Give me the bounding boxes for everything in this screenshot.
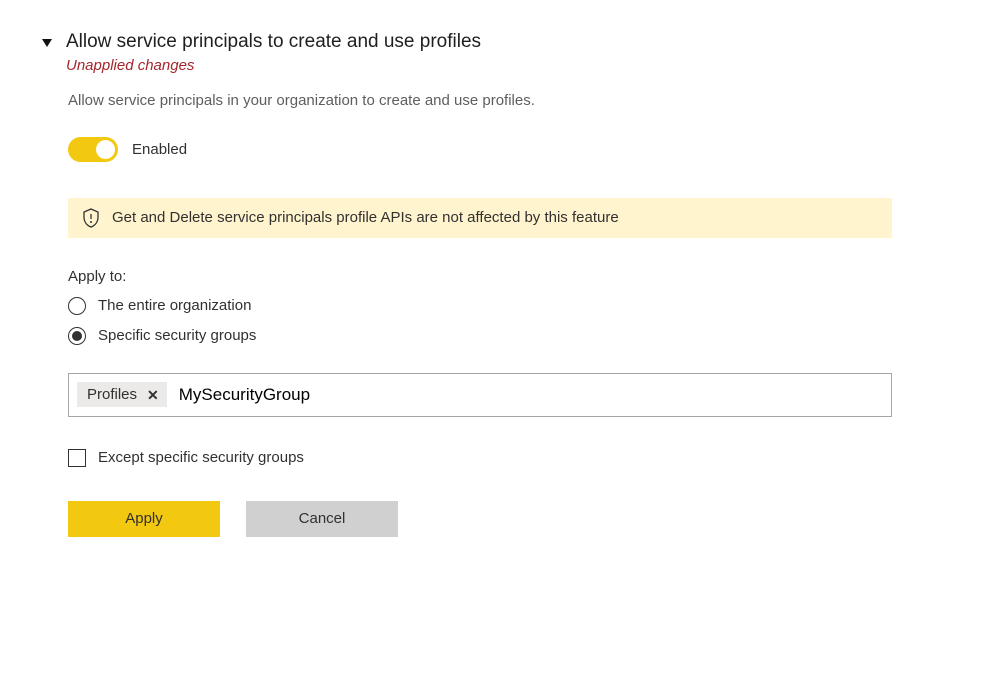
radio-icon xyxy=(68,327,86,345)
action-buttons: Apply Cancel xyxy=(68,501,941,537)
shield-warning-icon xyxy=(82,208,100,228)
cancel-button[interactable]: Cancel xyxy=(246,501,398,537)
chip-label: Profiles xyxy=(87,386,137,403)
setting-title: Allow service principals to create and u… xyxy=(66,30,481,55)
except-groups-checkbox[interactable] xyxy=(68,449,86,467)
warning-banner: Get and Delete service principals profil… xyxy=(68,198,892,238)
security-groups-input[interactable]: Profiles ✕ xyxy=(68,373,892,417)
collapse-caret-icon[interactable] xyxy=(42,39,52,47)
toggle-knob xyxy=(96,140,115,159)
enabled-toggle-row: Enabled xyxy=(68,137,941,162)
unapplied-changes-label: Unapplied changes xyxy=(66,57,481,74)
setting-description: Allow service principals in your organiz… xyxy=(68,92,941,109)
warning-text: Get and Delete service principals profil… xyxy=(112,209,619,226)
radio-entire-org[interactable]: The entire organization xyxy=(68,297,941,315)
radio-label: The entire organization xyxy=(98,297,251,314)
group-chip: Profiles ✕ xyxy=(77,382,167,407)
header-text-block: Allow service principals to create and u… xyxy=(66,30,481,74)
group-search-input[interactable] xyxy=(177,384,883,406)
radio-label: Specific security groups xyxy=(98,327,256,344)
except-groups-label: Except specific security groups xyxy=(98,449,304,466)
except-groups-row: Except specific security groups xyxy=(68,449,941,467)
apply-button[interactable]: Apply xyxy=(68,501,220,537)
enabled-toggle-label: Enabled xyxy=(132,141,187,158)
tenant-setting-panel: Allow service principals to create and u… xyxy=(0,0,981,567)
chip-remove-icon[interactable]: ✕ xyxy=(147,388,159,402)
radio-icon xyxy=(68,297,86,315)
apply-to-label: Apply to: xyxy=(68,268,941,285)
setting-header: Allow service principals to create and u… xyxy=(42,30,941,74)
radio-specific-groups[interactable]: Specific security groups xyxy=(68,327,941,345)
enabled-toggle[interactable] xyxy=(68,137,118,162)
